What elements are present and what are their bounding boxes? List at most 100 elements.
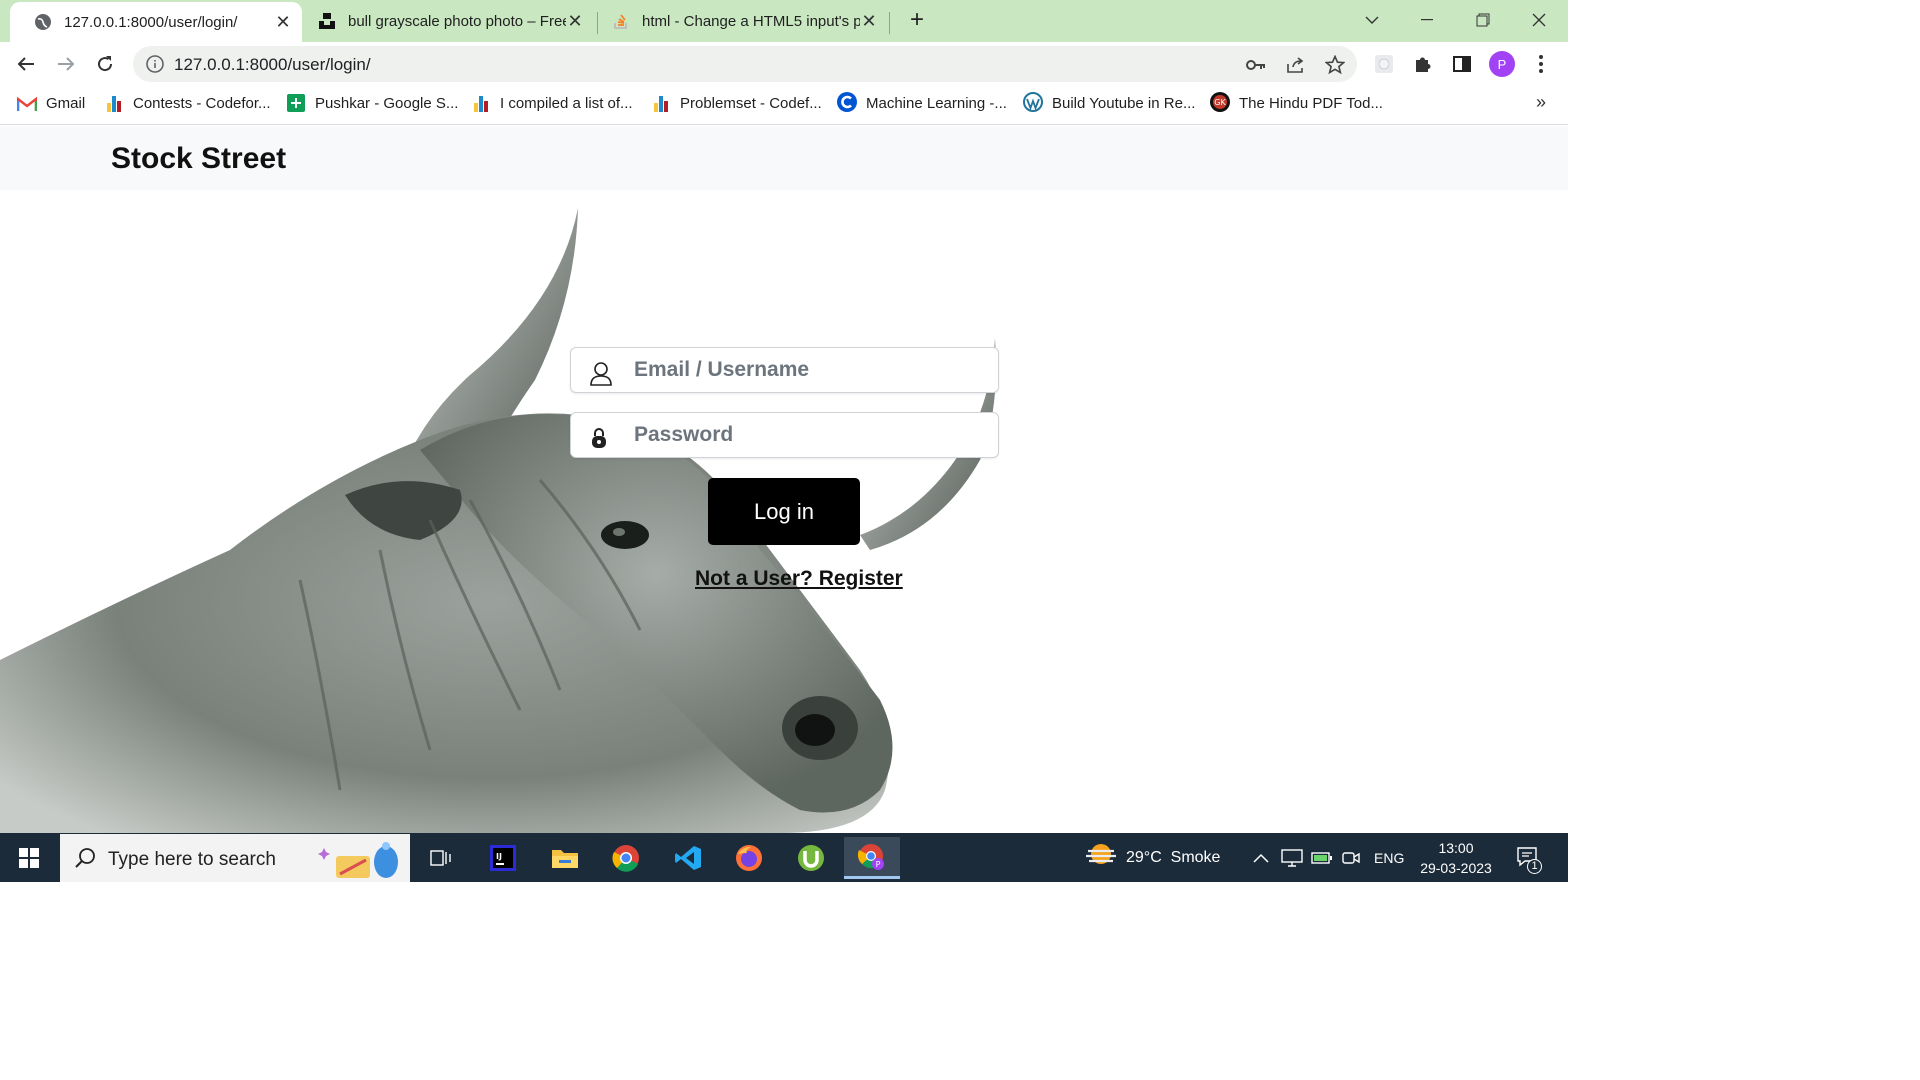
search-highlight-icon [316, 838, 406, 885]
task-view-icon[interactable] [413, 837, 469, 879]
share-icon[interactable] [1285, 54, 1307, 76]
site-brand[interactable]: Stock Street [111, 142, 286, 176]
bookmark-compiled-list[interactable]: I compiled a list of... [471, 94, 633, 112]
bookmark-label: Pushkar - Google S... [315, 94, 459, 112]
firefox-icon[interactable] [721, 837, 777, 879]
weather-smoke-icon [1086, 842, 1116, 873]
notification-icon[interactable]: 1 [1516, 833, 1542, 882]
key-icon[interactable] [1245, 54, 1267, 76]
clock-time: 13:00 [1438, 840, 1474, 856]
bookmarks-bar: Gmail Contests - Codefor... Pushkar - Go… [0, 84, 1568, 125]
bookmark-label: Problemset - Codef... [680, 94, 822, 112]
forward-icon[interactable] [52, 50, 80, 78]
tab-stackoverflow[interactable]: html - Change a HTML5 input's p ✕ [598, 0, 888, 42]
puzzle-icon[interactable] [1411, 52, 1435, 76]
new-tab-button[interactable]: + [904, 8, 930, 34]
chrome-icon[interactable] [598, 837, 654, 879]
windows-start-icon[interactable] [0, 833, 58, 882]
globe-icon [34, 13, 52, 31]
bookmarks-overflow-button[interactable]: » [1536, 92, 1546, 113]
back-icon[interactable] [12, 50, 40, 78]
menu-kebab-icon[interactable] [1529, 52, 1553, 76]
close-tab-icon[interactable]: ✕ [566, 11, 584, 31]
bookmark-label: Machine Learning -... [866, 94, 1007, 112]
codeforces-icon [471, 94, 491, 112]
bookmark-star-icon[interactable] [1324, 54, 1346, 76]
close-tab-icon[interactable]: ✕ [860, 11, 878, 31]
profile-avatar[interactable]: P [1489, 51, 1515, 77]
login-button[interactable]: Log in [708, 478, 860, 545]
close-tab-icon[interactable]: ✕ [274, 12, 292, 32]
bookmark-build-youtube[interactable]: Build Youtube in Re... [1023, 92, 1196, 112]
email-field[interactable]: Email / Username [570, 347, 999, 393]
utorrent-icon[interactable] [783, 837, 839, 879]
taskbar-search-box[interactable]: Type here to search [60, 834, 410, 882]
coursera-icon [837, 92, 857, 112]
unsplash-icon [318, 12, 336, 30]
email-placeholder: Email / Username [634, 358, 810, 381]
svg-text:GK: GK [1214, 98, 1226, 107]
address-bar[interactable]: 127.0.0.1:8000/user/login/ [133, 46, 1357, 82]
search-placeholder: Type here to search [108, 849, 276, 870]
url-text[interactable]: 127.0.0.1:8000/user/login/ [174, 55, 371, 75]
tab-search-icon[interactable] [1352, 6, 1392, 34]
tab-title: bull grayscale photo photo – Free [348, 12, 566, 30]
bookmark-label: I compiled a list of... [500, 94, 633, 112]
codeforces-icon [651, 94, 671, 112]
reload-icon[interactable] [91, 50, 119, 78]
chrome-profile-icon[interactable]: P [844, 837, 900, 879]
bookmark-problemset[interactable]: Problemset - Codef... [651, 94, 822, 112]
bookmark-sheets[interactable]: Pushkar - Google S... [286, 94, 458, 112]
notification-count: 1 [1527, 859, 1542, 874]
network-icon[interactable] [1281, 833, 1303, 882]
stackoverflow-icon [612, 12, 630, 30]
weather-widget[interactable]: 29°C Smoke [1086, 833, 1220, 882]
tab-strip: 127.0.0.1:8000/user/login/ ✕ bull graysc… [0, 0, 1568, 42]
clock-date: 29-03-2023 [1420, 860, 1492, 876]
restore-icon[interactable] [1463, 6, 1503, 34]
lock-icon [591, 427, 615, 453]
vscode-icon[interactable] [660, 837, 716, 879]
web-page: Stock Street Email / Username Password L… [0, 126, 1568, 833]
windows-taskbar: Type here to search IJ P 29°C Smoke ENG … [0, 833, 1568, 882]
password-placeholder: Password [634, 423, 734, 446]
user-icon [589, 360, 613, 386]
svg-text:IJ: IJ [496, 852, 502, 861]
bookmark-contests[interactable]: Contests - Codefor... [104, 94, 271, 112]
file-explorer-icon[interactable] [537, 837, 593, 879]
bookmark-label: Gmail [46, 94, 86, 112]
site-info-icon[interactable] [145, 54, 165, 74]
codeforces-icon [104, 94, 124, 112]
tab-title: html - Change a HTML5 input's p [642, 12, 860, 30]
intellij-icon[interactable]: IJ [475, 837, 531, 879]
bookmark-machine-learning[interactable]: Machine Learning -... [837, 92, 1007, 112]
search-icon [74, 847, 96, 874]
gk-icon: GK [1210, 92, 1230, 112]
bookmark-gmail[interactable]: Gmail [17, 94, 85, 112]
svg-text:P: P [876, 860, 881, 869]
bookmark-label: Build Youtube in Re... [1052, 94, 1196, 112]
site-navbar: Stock Street [0, 126, 1568, 190]
minimize-icon[interactable] [1407, 6, 1447, 34]
tab-login[interactable]: 127.0.0.1:8000/user/login/ ✕ [10, 2, 302, 42]
meet-now-icon[interactable] [1342, 833, 1360, 882]
google-sheets-icon [286, 94, 306, 112]
weather-text: 29°C Smoke [1126, 848, 1221, 866]
system-clock[interactable]: 13:00 29-03-2023 [1416, 838, 1496, 878]
password-field[interactable]: Password [570, 412, 999, 458]
battery-icon[interactable] [1311, 833, 1333, 882]
tab-title: 127.0.0.1:8000/user/login/ [64, 13, 238, 31]
tab-bull-photo[interactable]: bull grayscale photo photo – Free ✕ [302, 0, 594, 42]
close-window-icon[interactable] [1519, 6, 1559, 34]
browser-toolbar: 127.0.0.1:8000/user/login/ P [0, 42, 1568, 84]
bookmark-hindu-pdf[interactable]: GK The Hindu PDF Tod... [1210, 92, 1383, 112]
side-panel-icon[interactable] [1450, 52, 1474, 76]
wordpress-icon [1023, 92, 1043, 112]
extension-icon[interactable] [1372, 52, 1396, 76]
language-indicator[interactable]: ENG [1374, 833, 1404, 882]
register-link[interactable]: Not a User? Register [695, 567, 903, 591]
bookmark-label: The Hindu PDF Tod... [1239, 94, 1383, 112]
show-hidden-icons-icon[interactable] [1253, 833, 1269, 882]
bookmark-label: Contests - Codefor... [133, 94, 271, 112]
gmail-icon [17, 94, 37, 112]
